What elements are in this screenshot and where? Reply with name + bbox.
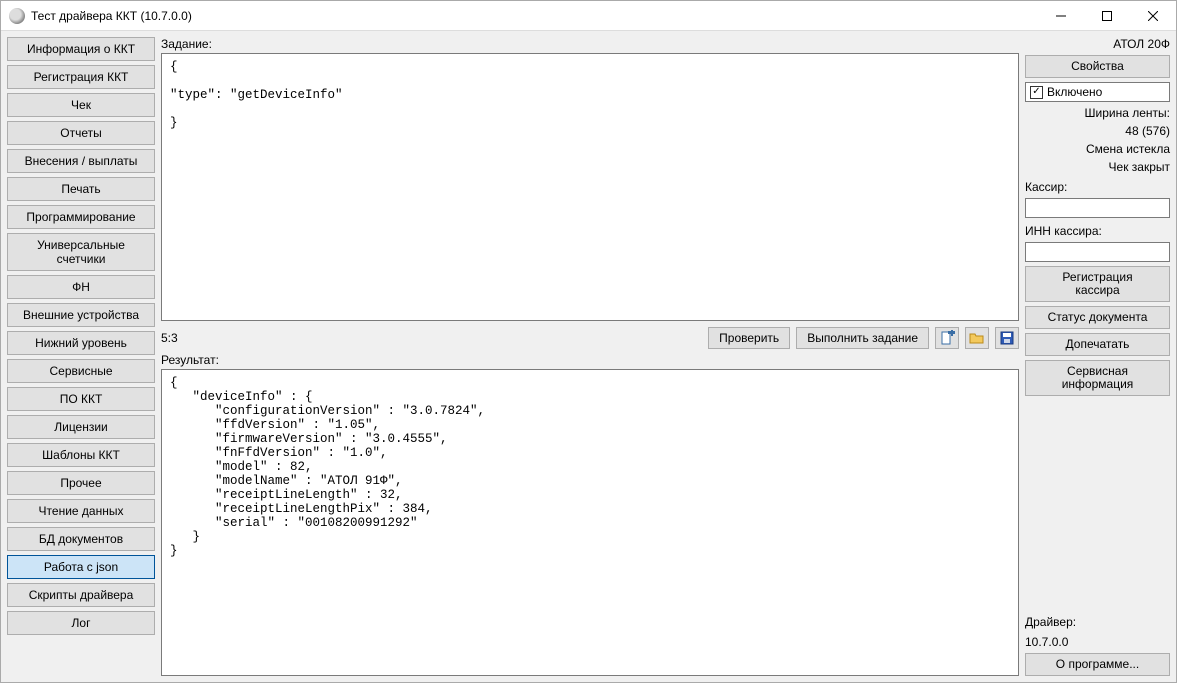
sidebar-item-firmware[interactable]: ПО ККТ xyxy=(7,387,155,411)
sidebar: Информация о ККТ Регистрация ККТ Чек Отч… xyxy=(7,37,155,676)
sidebar-item-programming[interactable]: Программирование xyxy=(7,205,155,229)
open-file-button[interactable] xyxy=(965,327,989,349)
sidebar-item-scripts[interactable]: Скрипты драйвера xyxy=(7,583,155,607)
new-file-button[interactable] xyxy=(935,327,959,349)
tape-width-label: Ширина ленты: xyxy=(1025,106,1170,120)
execute-button[interactable]: Выполнить задание xyxy=(796,327,929,349)
minimize-button[interactable] xyxy=(1038,1,1084,31)
reprint-button[interactable]: Допечатать xyxy=(1025,333,1170,356)
folder-open-icon xyxy=(969,330,985,346)
properties-button[interactable]: Свойства xyxy=(1025,55,1170,78)
new-file-icon xyxy=(939,330,955,346)
maximize-icon xyxy=(1102,11,1112,21)
center-panel: Задание: { "type": "getDeviceInfo" } 5:3… xyxy=(161,37,1019,676)
sidebar-item-info[interactable]: Информация о ККТ xyxy=(7,37,155,61)
window-title: Тест драйвера ККТ (10.7.0.0) xyxy=(31,9,192,23)
service-info-button[interactable]: Сервисная информация xyxy=(1025,360,1170,396)
sidebar-item-fn[interactable]: ФН xyxy=(7,275,155,299)
sidebar-item-registration[interactable]: Регистрация ККТ xyxy=(7,65,155,89)
doc-status-button[interactable]: Статус документа xyxy=(1025,306,1170,329)
sidebar-item-doc-db[interactable]: БД документов xyxy=(7,527,155,551)
sidebar-item-print[interactable]: Печать xyxy=(7,177,155,201)
shift-status: Смена истекла xyxy=(1025,142,1170,156)
result-output[interactable]: { "deviceInfo" : { "configurationVersion… xyxy=(161,369,1019,676)
driver-label: Драйвер: xyxy=(1025,615,1170,629)
sidebar-item-licenses[interactable]: Лицензии xyxy=(7,415,155,439)
about-button[interactable]: О программе... xyxy=(1025,653,1170,676)
cashier-inn-input[interactable] xyxy=(1025,242,1170,262)
save-file-button[interactable] xyxy=(995,327,1019,349)
cashier-input[interactable] xyxy=(1025,198,1170,218)
close-button[interactable] xyxy=(1130,1,1176,31)
sidebar-item-cashin-out[interactable]: Внесения / выплаты xyxy=(7,149,155,173)
sidebar-item-counters[interactable]: Универсальные счетчики xyxy=(7,233,155,271)
enabled-checkbox[interactable] xyxy=(1030,86,1043,99)
sidebar-item-json[interactable]: Работа с json xyxy=(7,555,155,579)
cursor-position: 5:3 xyxy=(161,331,178,345)
sidebar-item-reports[interactable]: Отчеты xyxy=(7,121,155,145)
device-name: АТОЛ 20Ф xyxy=(1025,37,1170,51)
client-area: Информация о ККТ Регистрация ККТ Чек Отч… xyxy=(1,31,1176,682)
titlebar: Тест драйвера ККТ (10.7.0.0) xyxy=(1,1,1176,31)
app-window: Тест драйвера ККТ (10.7.0.0) Информация … xyxy=(0,0,1177,683)
right-panel: АТОЛ 20Ф Свойства Включено Ширина ленты:… xyxy=(1025,37,1170,676)
enabled-checkbox-row[interactable]: Включено xyxy=(1025,82,1170,102)
sidebar-item-receipt[interactable]: Чек xyxy=(7,93,155,117)
maximize-button[interactable] xyxy=(1084,1,1130,31)
floppy-disk-icon xyxy=(999,330,1015,346)
sidebar-item-templates[interactable]: Шаблоны ККТ xyxy=(7,443,155,467)
minimize-icon xyxy=(1056,11,1066,21)
driver-version: 10.7.0.0 xyxy=(1025,635,1170,649)
result-label: Результат: xyxy=(161,353,1019,367)
sidebar-item-service[interactable]: Сервисные xyxy=(7,359,155,383)
app-icon xyxy=(9,8,25,24)
enabled-label: Включено xyxy=(1047,85,1102,99)
cashier-inn-label: ИНН кассира: xyxy=(1025,224,1170,238)
cashier-label: Кассир: xyxy=(1025,180,1170,194)
receipt-status: Чек закрыт xyxy=(1025,160,1170,174)
close-icon xyxy=(1148,11,1158,21)
task-label: Задание: xyxy=(161,37,1019,51)
sidebar-item-low-level[interactable]: Нижний уровень xyxy=(7,331,155,355)
sidebar-item-other[interactable]: Прочее xyxy=(7,471,155,495)
sidebar-item-read-data[interactable]: Чтение данных xyxy=(7,499,155,523)
sidebar-item-external-devices[interactable]: Внешние устройства xyxy=(7,303,155,327)
tape-width-value: 48 (576) xyxy=(1025,124,1170,138)
register-cashier-button[interactable]: Регистрация кассира xyxy=(1025,266,1170,302)
validate-button[interactable]: Проверить xyxy=(708,327,790,349)
mid-toolbar: 5:3 Проверить Выполнить задание xyxy=(161,327,1019,349)
sidebar-item-log[interactable]: Лог xyxy=(7,611,155,635)
task-input[interactable]: { "type": "getDeviceInfo" } xyxy=(161,53,1019,321)
